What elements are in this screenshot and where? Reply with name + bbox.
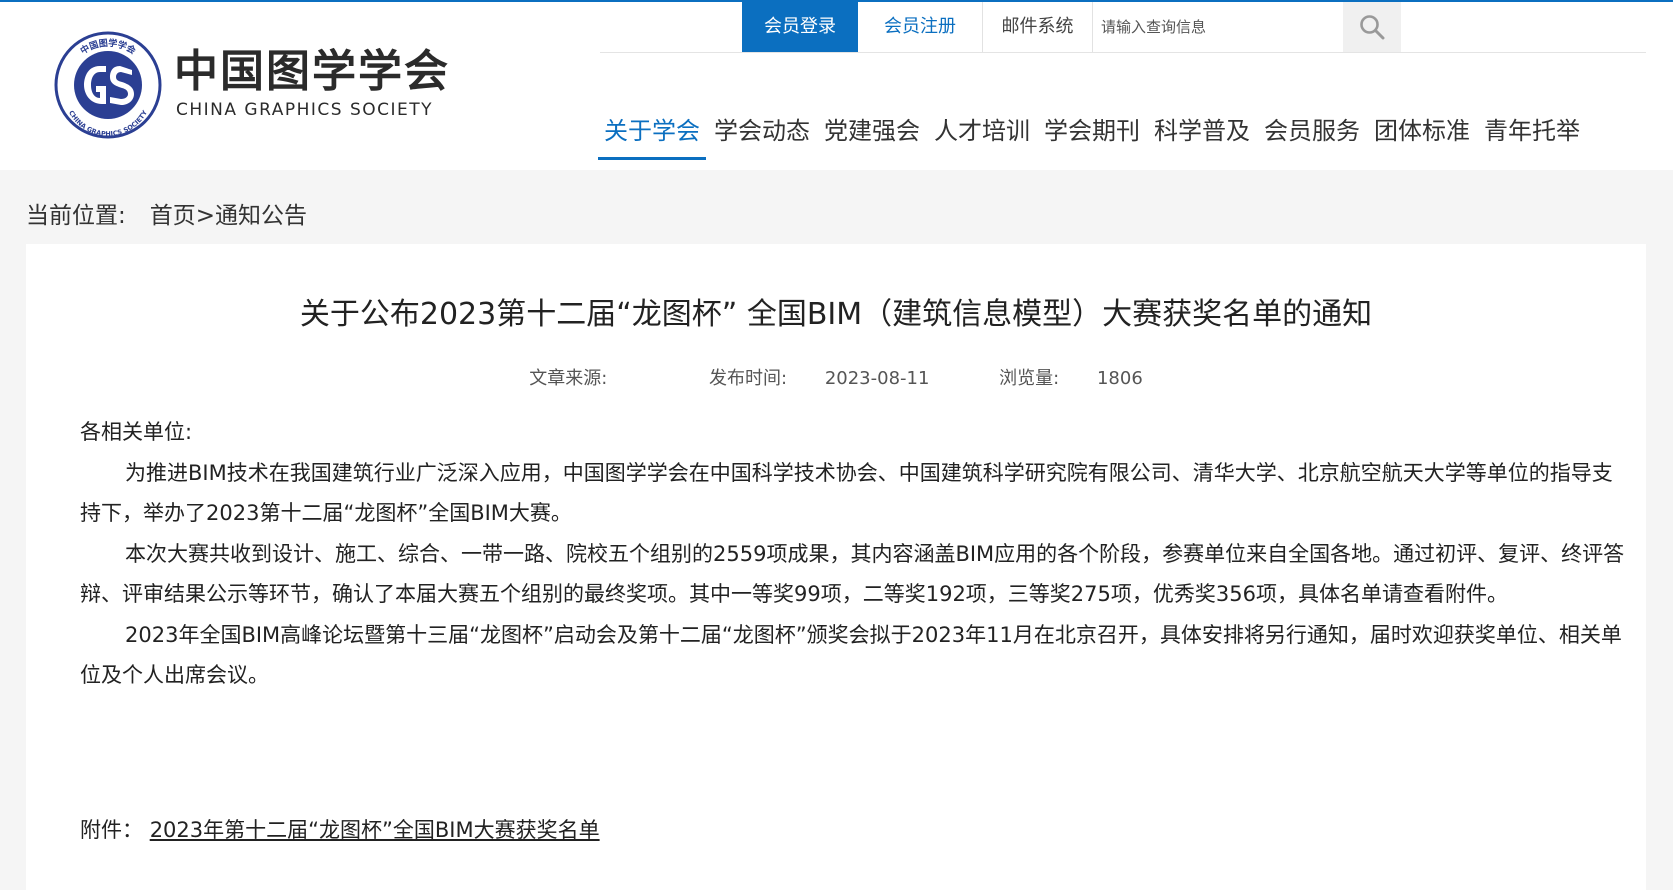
- search-input[interactable]: [1093, 2, 1343, 52]
- views-value: 1806: [1096, 368, 1143, 389]
- date-value: 2023-08-11: [824, 368, 930, 389]
- logo-emblem: 中国图学学会 CHINA GRAPHICS SOCIETY: [54, 31, 162, 139]
- attachment-row: 附件： 2023年第十二届“龙图杯”全国BIM大赛获奖名单: [80, 814, 600, 844]
- article-meta: 文章来源: 发布时间: 2023-08-11 浏览量: 1806: [26, 364, 1646, 390]
- breadcrumb-label: 当前位置:: [26, 203, 126, 229]
- utility-bar: 会员登录 会员注册 邮件系统: [742, 2, 1401, 52]
- article-body: 各相关单位: 为推进BIM技术在我国建筑行业广泛深入应用，中国图学学会在中国科学…: [80, 412, 1630, 696]
- nav-item-news[interactable]: 学会动态: [708, 102, 816, 160]
- logo-chinese-name: 中国图学学会: [174, 46, 450, 97]
- nav-item-science-popularization[interactable]: 科学普及: [1148, 102, 1256, 160]
- nav-item-youth-support[interactable]: 青年托举: [1478, 102, 1586, 160]
- attachment-link[interactable]: 2023年第十二届“龙图杯”全国BIM大赛获奖名单: [150, 818, 600, 842]
- site-logo[interactable]: 中国图学学会 CHINA GRAPHICS SOCIETY 中国图学学会 CHI…: [50, 30, 450, 140]
- nav-item-member-services[interactable]: 会员服务: [1258, 102, 1366, 160]
- source-meta: 文章来源:: [513, 368, 661, 389]
- main-nav: 关于学会 学会动态 党建强会 人才培训 学会期刊 科学普及 会员服务 团体标准 …: [598, 102, 1588, 162]
- member-register-button[interactable]: 会员注册: [858, 2, 983, 52]
- nav-item-journals[interactable]: 学会期刊: [1038, 102, 1146, 160]
- search-icon: [1360, 15, 1385, 40]
- date-meta: 发布时间: 2023-08-11: [693, 368, 945, 389]
- views-meta: 浏览量: 1806: [983, 368, 1159, 389]
- nav-item-group-standards[interactable]: 团体标准: [1368, 102, 1476, 160]
- breadcrumb-current-link[interactable]: 通知公告: [215, 203, 307, 229]
- mail-system-button[interactable]: 邮件系统: [983, 2, 1093, 52]
- member-login-button[interactable]: 会员登录: [742, 2, 858, 52]
- article-greeting: 各相关单位:: [80, 420, 193, 444]
- logo-english-name: CHINA GRAPHICS SOCIETY: [176, 100, 434, 120]
- date-label: 发布时间:: [709, 368, 788, 389]
- article-paragraph: 本次大赛共收到设计、施工、综合、一带一路、院校五个组别的2559项成果，其内容涵…: [80, 541, 1625, 607]
- breadcrumb-separator: >: [195, 203, 216, 229]
- article-paragraph: 为推进BIM技术在我国建筑行业广泛深入应用，中国图学学会在中国科学技术协会、中国…: [80, 460, 1613, 526]
- search-box: [1093, 2, 1343, 52]
- article-panel: 关于公布2023第十二届“龙图杯” 全国BIM（建筑信息模型）大赛获奖名单的通知…: [26, 244, 1646, 890]
- views-label: 浏览量:: [999, 368, 1060, 389]
- article-title: 关于公布2023第十二届“龙图杯” 全国BIM（建筑信息模型）大赛获奖名单的通知: [299, 297, 1373, 332]
- nav-item-party-building[interactable]: 党建强会: [818, 102, 926, 160]
- site-header: 中国图学学会 CHINA GRAPHICS SOCIETY 中国图学学会 CHI…: [0, 2, 1673, 170]
- search-button[interactable]: [1343, 2, 1401, 52]
- breadcrumb-home-link[interactable]: 首页: [150, 203, 196, 229]
- nav-item-about[interactable]: 关于学会: [598, 102, 706, 160]
- nav-item-training[interactable]: 人才培训: [928, 102, 1036, 160]
- breadcrumb: 当前位置: 首页>通知公告: [26, 196, 307, 230]
- source-label: 文章来源:: [529, 368, 608, 389]
- article-paragraph: 2023年全国BIM高峰论坛暨第十三届“龙图杯”启动会及第十二届“龙图杯”颁奖会…: [80, 622, 1622, 688]
- attachment-label: 附件：: [80, 818, 143, 842]
- header-divider: [600, 52, 1646, 53]
